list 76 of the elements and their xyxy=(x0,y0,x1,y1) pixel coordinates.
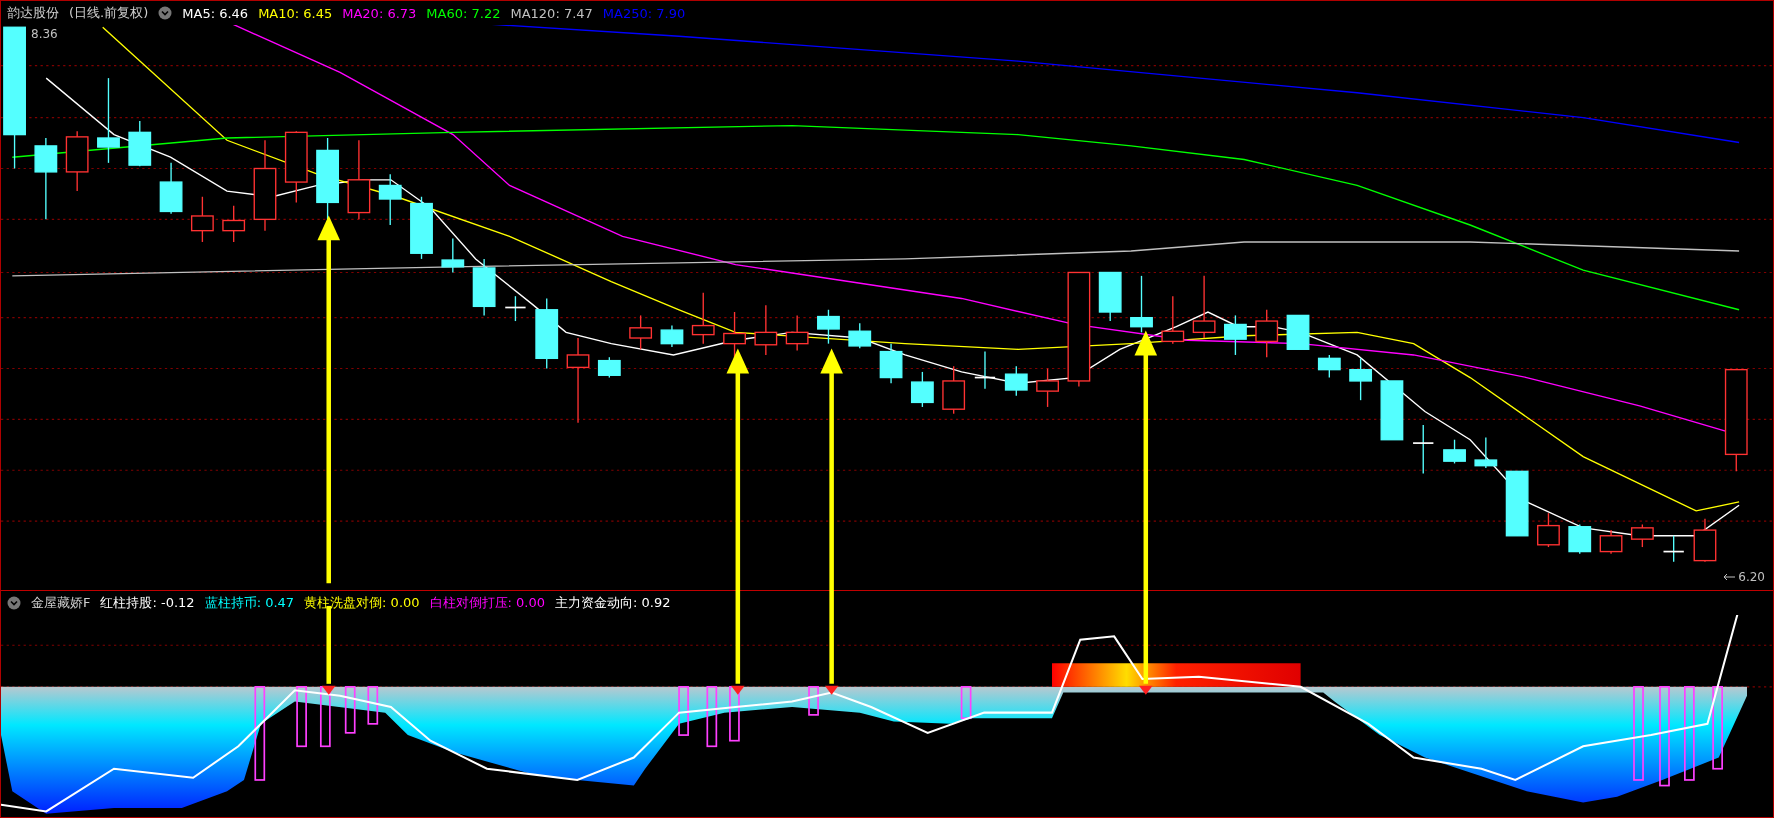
signal-marker xyxy=(824,685,839,695)
candlestick xyxy=(1286,314,1310,350)
candlestick xyxy=(1412,424,1435,475)
outlined-bar xyxy=(729,685,740,742)
outlined-bar xyxy=(706,685,718,748)
moving-average-value: MA20: 6.73 xyxy=(342,5,417,21)
outlined-bar xyxy=(808,685,819,716)
candlestick xyxy=(159,162,183,215)
candlestick xyxy=(1693,518,1717,563)
moving-average-value: MA60: 7.22 xyxy=(426,5,501,21)
signal-marker xyxy=(731,685,745,695)
candlestick xyxy=(597,356,621,379)
indicator-name: 金屋藏娇F xyxy=(31,594,91,612)
candlestick xyxy=(1317,354,1341,379)
candlestick xyxy=(472,258,496,317)
candlestick xyxy=(942,365,966,415)
signal-marker xyxy=(321,685,336,695)
candlestick xyxy=(1130,275,1153,334)
candlestick xyxy=(1161,295,1185,345)
candlestick xyxy=(410,196,433,260)
candlestick xyxy=(848,322,872,349)
chevron-down-icon[interactable] xyxy=(158,6,173,20)
candlestick xyxy=(1349,357,1373,401)
candlestick xyxy=(660,324,684,348)
signal-marker xyxy=(1139,685,1153,695)
outlined-bar xyxy=(319,685,331,748)
candlestick xyxy=(629,314,653,350)
candlestick xyxy=(378,173,402,226)
candlestick xyxy=(1004,365,1028,397)
candlestick xyxy=(222,205,246,243)
candlestick xyxy=(1662,535,1685,563)
candlestick xyxy=(1537,512,1560,548)
candlestick xyxy=(691,292,715,345)
candlestick xyxy=(190,196,214,243)
candlestick xyxy=(817,309,840,345)
moving-average-value: MA5: 6.46 xyxy=(182,5,249,21)
candlestick xyxy=(1192,275,1216,339)
candlestick xyxy=(1036,367,1059,408)
indicator-value: 白柱对倒打压: 0.00 xyxy=(429,594,546,612)
moving-average-value: MA120: 7.47 xyxy=(510,5,593,21)
candlestick xyxy=(785,314,809,352)
left-arrow-icon xyxy=(1722,573,1737,581)
candlestick xyxy=(1505,470,1529,537)
candlestick xyxy=(1255,309,1279,358)
outlined-bar xyxy=(678,685,689,736)
stock-title: 韵达股份 xyxy=(7,4,59,22)
candlestick xyxy=(65,130,89,192)
candlestick xyxy=(1568,523,1592,555)
outlined-bar xyxy=(344,685,356,734)
indicator-value: 主力资金动向: 0.92 xyxy=(555,594,671,612)
outlined-bar xyxy=(367,685,379,725)
candlestick xyxy=(754,304,778,356)
high-price-label: 8.36 xyxy=(31,27,58,41)
candlestick xyxy=(1224,314,1247,356)
low-price-label: 6.20 xyxy=(1722,570,1765,584)
moving-average-value: MA250: 7.90 xyxy=(602,5,686,21)
indicator-value: 黄柱洗盘对倒: 0.00 xyxy=(304,594,420,612)
period-label: (日线.前复权) xyxy=(69,4,149,22)
candlestick xyxy=(504,295,527,322)
candlestick xyxy=(910,371,934,408)
outlined-bar xyxy=(296,685,307,748)
candlestick xyxy=(1443,439,1466,465)
candlestick xyxy=(441,237,465,274)
candlestick xyxy=(1380,380,1404,441)
indicator-value: 蓝柱持币: 0.47 xyxy=(204,594,295,612)
candlestick xyxy=(1098,271,1122,322)
moving-average-value: MA10: 6.45 xyxy=(258,5,333,21)
candlestick xyxy=(1474,436,1498,469)
candlestick xyxy=(1630,523,1654,548)
chevron-down-icon[interactable] xyxy=(7,596,21,610)
outlined-bar xyxy=(960,685,972,720)
candlestick xyxy=(128,120,152,167)
candlestick xyxy=(1599,529,1623,555)
indicator-value: 红柱持股: -0.12 xyxy=(100,594,195,612)
candlestick xyxy=(973,350,996,390)
candlestick xyxy=(879,343,903,384)
